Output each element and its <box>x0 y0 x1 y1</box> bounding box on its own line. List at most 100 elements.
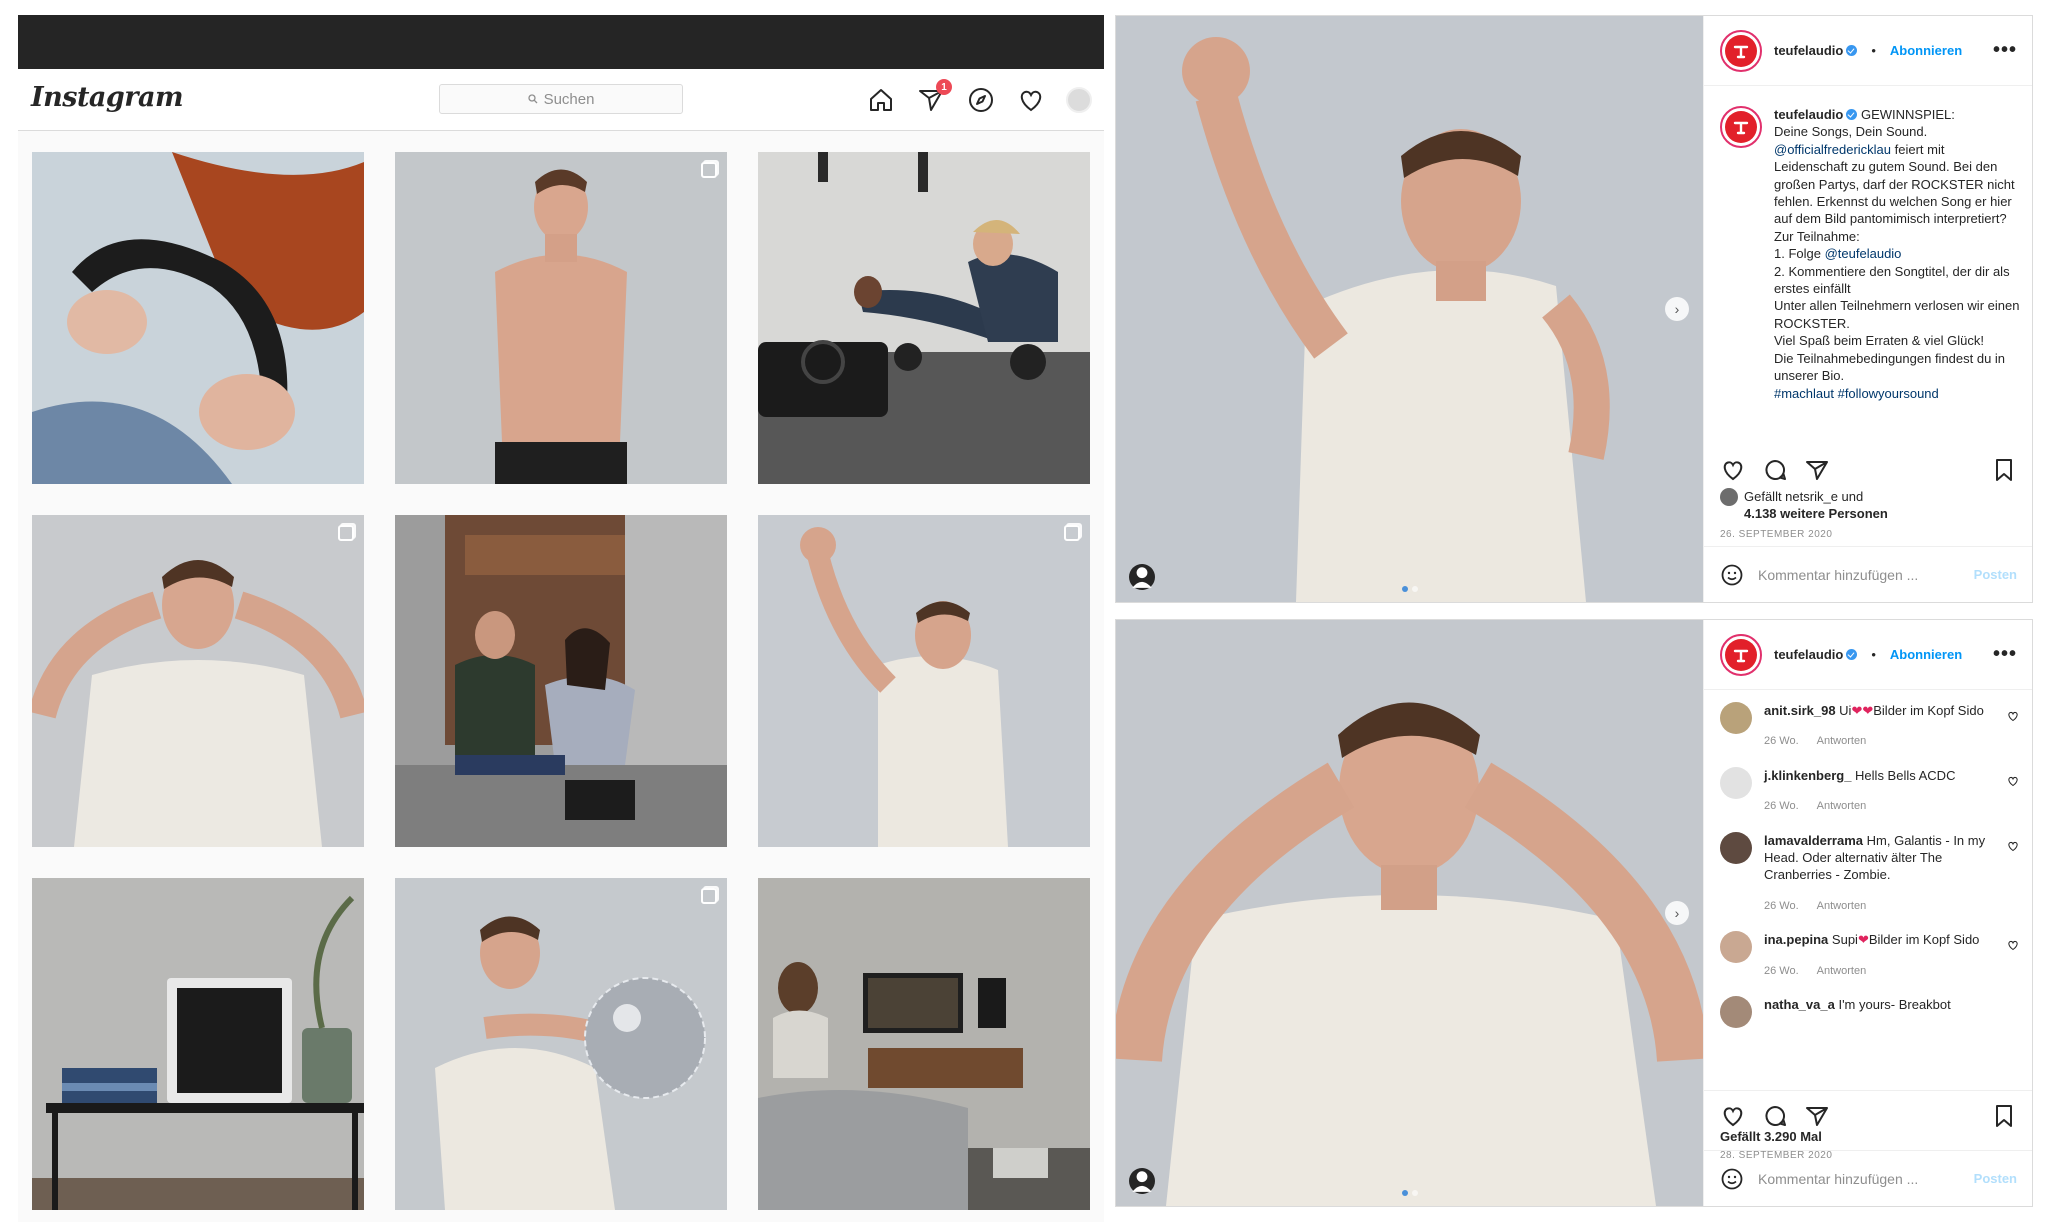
post-photo-thinking[interactable]: › <box>1116 620 1703 1206</box>
comment-like-icon[interactable] <box>2007 775 2019 787</box>
post-date: 26. SEPTEMBER 2020 <box>1720 529 1833 540</box>
dm-badge: 1 <box>936 79 952 95</box>
commenter-avatar[interactable] <box>1720 766 1752 799</box>
post-header: teufelaudio • Abonnieren ••• <box>1704 620 2032 690</box>
verified-badge-icon <box>1846 648 1858 660</box>
brand-avatar[interactable] <box>1720 29 1762 72</box>
post-sidebar: teufelaudio • Abonnieren ••• teufelaudio… <box>1703 16 2032 602</box>
caption-avatar[interactable] <box>1720 106 1762 148</box>
teufel-logo-icon <box>1733 45 1749 58</box>
grid-post-headphones[interactable] <box>32 152 364 484</box>
comment-like-icon[interactable] <box>2007 710 2019 722</box>
save-bookmark-icon[interactable] <box>1991 457 2017 483</box>
comment-text: Supi <box>1831 932 1858 948</box>
brand-avatar[interactable] <box>1720 633 1762 676</box>
reply-button[interactable]: Antworten <box>1817 798 1867 815</box>
post-author-handle[interactable]: teufelaudio <box>1774 43 1843 58</box>
like-heart-icon[interactable] <box>1720 1103 1746 1129</box>
likes-summary[interactable]: Gefällt 3.290 Mal <box>1720 1128 1822 1145</box>
grid-post-portrait-shirtless[interactable] <box>395 152 727 484</box>
commenter-handle[interactable]: j.klinkenberg_ <box>1764 768 1851 783</box>
share-paper-plane-icon[interactable] <box>1804 1103 1830 1129</box>
more-options-icon[interactable]: ••• <box>1993 643 2017 666</box>
comment-like-icon[interactable] <box>2007 939 2019 951</box>
comment-input[interactable]: Kommentar hinzufügen ... <box>1758 567 1918 583</box>
reply-button[interactable]: Antworten <box>1817 963 1867 980</box>
comment-input[interactable]: Kommentar hinzufügen ... <box>1758 1171 1918 1187</box>
post-header: teufelaudio • Abonnieren ••• <box>1704 16 2032 86</box>
grid-post-speaker-table[interactable] <box>32 878 364 1210</box>
caption-hashtags[interactable]: #machlaut #followyoursound <box>1774 386 1939 401</box>
tagged-user-icon[interactable] <box>1129 1168 1155 1194</box>
grid-post-portrait-thinking[interactable] <box>32 515 364 847</box>
grid-post-couple-doorway[interactable] <box>395 515 727 847</box>
header-separator: • <box>1871 43 1876 58</box>
post-detail-caption: › teufelaudio • Abonnieren ••• teufelaud… <box>1115 15 2033 603</box>
comment-like-icon[interactable] <box>2007 840 2019 852</box>
commenter-avatar[interactable] <box>1720 996 1752 1029</box>
direct-message-icon[interactable]: 1 <box>916 79 952 115</box>
reply-button[interactable]: Antworten <box>1817 733 1867 750</box>
search-input[interactable]: Suchen <box>439 84 683 114</box>
post-actions <box>1720 457 2017 483</box>
home-icon[interactable] <box>866 85 896 115</box>
post-author-handle[interactable]: teufelaudio <box>1774 647 1843 662</box>
save-bookmark-icon[interactable] <box>1991 1103 2017 1129</box>
commenter-handle[interactable]: ina.pepina <box>1764 932 1828 947</box>
carousel-indicator <box>1401 1190 1418 1196</box>
commenter-handle[interactable]: natha_va_a <box>1764 997 1835 1012</box>
comment-text: Hells Bells ACDC <box>1855 767 1956 783</box>
post-photo-fist-raised[interactable]: › <box>1116 16 1703 602</box>
liker-avatar <box>1720 488 1738 506</box>
comment-item: j.klinkenberg_ Hells Bells ACDC 26 Wo. An… <box>1720 766 2021 816</box>
comment-text: Bilder im Kopf Sido <box>1873 703 1984 718</box>
post-comment-button[interactable]: Posten <box>1974 1171 2017 1186</box>
explore-compass-icon[interactable] <box>966 85 996 115</box>
commenter-handle[interactable]: anit.sirk_98 <box>1764 703 1836 718</box>
commenter-handle[interactable]: lamavalderrama <box>1764 833 1863 848</box>
post-actions <box>1704 1090 2032 1129</box>
share-paper-plane-icon[interactable] <box>1804 457 1830 483</box>
caption-text: Unter allen Teilnehmern verlosen wir ein… <box>1774 298 2020 331</box>
add-comment-bar: Kommentar hinzufügen ... Posten <box>1704 1150 2032 1206</box>
search-placeholder: Suchen <box>543 90 595 108</box>
caption-handle[interactable]: teufelaudio <box>1774 107 1843 122</box>
comment-bubble-icon[interactable] <box>1762 457 1788 483</box>
profile-avatar[interactable] <box>1066 87 1092 113</box>
more-options-icon[interactable]: ••• <box>1993 39 2017 62</box>
comment-item: ina.pepina Supi❤Bilder im Kopf Sido 26 W… <box>1720 931 2021 980</box>
caption-text: 2. Kommentiere den Songtitel, der dir al… <box>1774 263 2010 297</box>
caption-mention[interactable]: @officialfredericklau <box>1774 142 1891 157</box>
follow-button[interactable]: Abonnieren <box>1890 647 1962 662</box>
caption-mention[interactable]: @teufelaudio <box>1825 246 1902 261</box>
comment-bubble-icon[interactable] <box>1762 1103 1788 1129</box>
caption-text: 1. Folge <box>1774 246 1821 262</box>
comment-text: Bilder im Kopf Sido <box>1868 932 1980 948</box>
commenter-avatar[interactable] <box>1720 702 1752 734</box>
multi-image-icon <box>701 162 717 178</box>
grid-post-living-room-tv[interactable] <box>758 878 1090 1210</box>
follow-button[interactable]: Abonnieren <box>1890 43 1962 58</box>
likes-summary[interactable]: Gefällt netsrik_e und 4.138 weitere Pers… <box>1720 488 1888 522</box>
grid-post-fist-raised[interactable] <box>758 515 1090 847</box>
activity-heart-icon[interactable] <box>1016 85 1046 115</box>
grid-post-disco-ball[interactable] <box>395 878 727 1210</box>
tagged-user-icon[interactable] <box>1129 564 1155 590</box>
instagram-logo[interactable]: Instagram <box>31 82 184 113</box>
post-comment-button[interactable]: Posten <box>1974 567 2017 582</box>
emoji-smiley-icon[interactable] <box>1720 563 1744 587</box>
reply-button[interactable]: Antworten <box>1817 898 1867 915</box>
comment-list[interactable]: anit.sirk_98 Ui❤❤Bilder im Kopf Sido 26 … <box>1720 702 2021 1078</box>
heart-emoji: ❤❤ <box>1851 703 1874 718</box>
emoji-smiley-icon[interactable] <box>1720 1167 1744 1191</box>
carousel-next-button[interactable]: › <box>1665 297 1689 321</box>
commenter-avatar[interactable] <box>1720 931 1752 964</box>
carousel-next-button[interactable]: › <box>1665 901 1689 925</box>
carousel-indicator <box>1401 586 1418 592</box>
like-heart-icon[interactable] <box>1720 457 1746 483</box>
heart-emoji: ❤ <box>1857 932 1869 948</box>
grid-post-gym-workout[interactable] <box>758 152 1090 484</box>
commenter-avatar[interactable] <box>1720 831 1752 864</box>
comment-item: lamavalderrama Hm, Galantis - In my Head… <box>1720 831 2021 916</box>
comment-age: 26 Wo. <box>1764 964 1799 977</box>
